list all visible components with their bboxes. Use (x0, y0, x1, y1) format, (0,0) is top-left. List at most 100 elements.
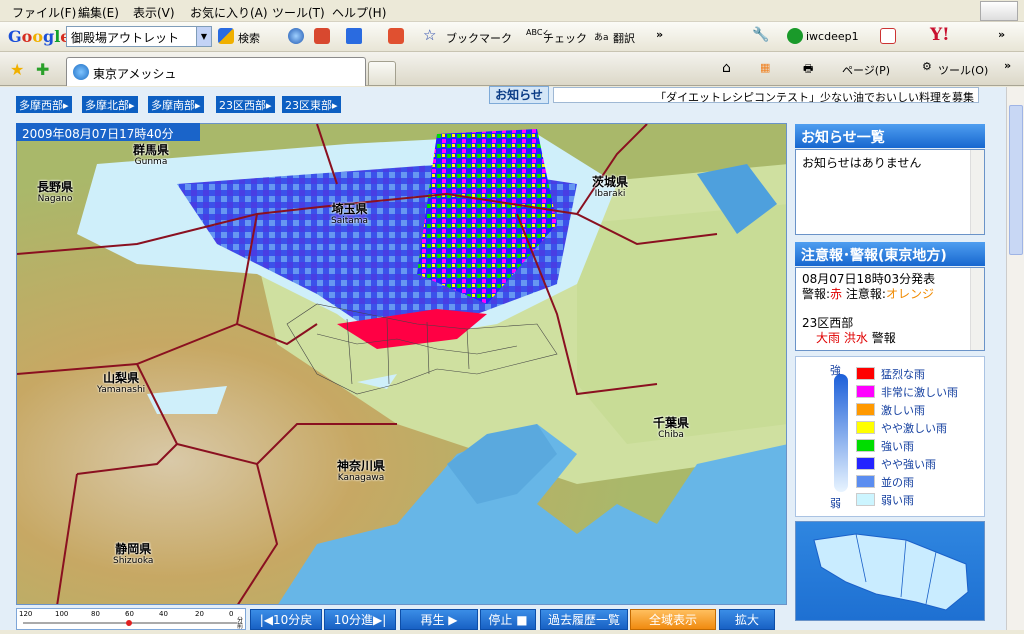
warnings-legend-prefix: 警報: (802, 287, 831, 301)
map-label-jp: 埼玉県 (331, 202, 368, 216)
warnings-legend-mid: 注意報: (845, 287, 886, 301)
home-icon[interactable]: ⌂ (722, 60, 731, 76)
map-timestamp: 2009年08月07日17時40分 (16, 123, 200, 141)
timeline-handle[interactable] (126, 620, 132, 626)
map-label-jp: 神奈川県 (337, 459, 386, 473)
overflow-chevron-icon-3[interactable]: » (1004, 59, 1011, 72)
notices-scrollbar[interactable] (970, 150, 984, 234)
legend-item: 激しい雨 (856, 402, 925, 417)
tools-gear-icon[interactable]: ⚙ (922, 60, 932, 73)
rain-map-graphic (17, 124, 786, 604)
stop-button[interactable]: 停止 ■ (480, 609, 536, 630)
google-search-button[interactable]: 検索 (238, 30, 260, 46)
back-10min-button[interactable]: |◀10分戻 (250, 609, 322, 630)
map-label-jp: 茨城県 (592, 175, 629, 189)
legend-item: 並の雨 (856, 474, 914, 489)
bookmark-star-icon[interactable]: ☆ (423, 26, 436, 44)
page-scrollbar[interactable] (1006, 87, 1024, 630)
popup-blocker-icon[interactable] (388, 28, 404, 44)
timeline-tick: 60 (125, 610, 134, 618)
windows-logo-icon (980, 1, 1018, 21)
legend-label: 非常に激しい雨 (881, 386, 958, 399)
notice-tab[interactable]: お知らせ (489, 86, 549, 104)
notice-ticker[interactable]: 「ダイエットレシピコンテスト」少ない油でおいしい料理を募集 (553, 87, 979, 103)
google-search-input[interactable]: 御殿場アウトレット ▼ (66, 26, 212, 47)
tab-title: 東京アメッシュ (93, 67, 177, 81)
wrench-icon[interactable]: 🔧 (752, 27, 769, 43)
menu-tools[interactable]: ツール(T) (272, 4, 325, 21)
timeline-tick: 80 (91, 610, 100, 618)
account-name[interactable]: iwcdeep1 (806, 30, 859, 43)
area-tab-tama-west[interactable]: 多摩西部▸ (16, 96, 72, 113)
map-label-jp: 群馬県 (133, 143, 170, 157)
timeline-tick: 100 (55, 610, 69, 618)
legend-swatch (856, 475, 875, 488)
map-label-chiba: 千葉県 Chiba (653, 417, 689, 441)
intensity-scale (834, 374, 848, 492)
map-label-en: Chiba (658, 430, 684, 440)
translate-button[interactable]: 翻訳 (613, 30, 635, 46)
overflow-chevron-icon[interactable]: » (656, 28, 663, 41)
map-label-en: Shizuoka (113, 556, 154, 566)
translate-icon[interactable]: あa (594, 30, 609, 43)
pagerank-icon[interactable] (314, 28, 330, 44)
check-button[interactable]: チェック (543, 30, 587, 46)
yahoo-logo-icon[interactable]: Y! (930, 25, 950, 45)
legend-label: 猛烈な雨 (881, 368, 925, 381)
legend-label: やや激しい雨 (881, 422, 947, 435)
menu-view[interactable]: 表示(V) (133, 4, 175, 21)
menu-file[interactable]: ファイル(F) (12, 4, 76, 21)
area-tab-tama-south[interactable]: 多摩南部▸ (148, 96, 204, 113)
favorites-star-icon[interactable]: ★ (10, 60, 24, 79)
area-tab-23ku-west[interactable]: 23区西部▸ (216, 96, 275, 113)
timeline-unit: 分前 (237, 617, 244, 630)
bookmark-button[interactable]: ブックマーク (446, 30, 512, 46)
tools-menu[interactable]: ツール(O) (938, 62, 988, 78)
ie-icon (73, 64, 89, 80)
legend-label: 強い雨 (881, 440, 914, 453)
overflow-chevron-icon-2[interactable]: » (998, 28, 1005, 41)
menu-help[interactable]: ヘルプ(H) (332, 4, 386, 21)
google-logo[interactable]: Google (8, 27, 70, 46)
map-label-jp: 長野県 (37, 180, 74, 194)
tab-bar: ★ ✚ 東京アメッシュ ⌂ ▦ 🖶 ページ(P) ⚙ ツール(O) » (0, 52, 1024, 86)
legend-label: 激しい雨 (881, 404, 925, 417)
print-icon[interactable]: 🖶 (803, 60, 813, 79)
feeds-icon[interactable]: ▦ (760, 61, 770, 74)
new-tab-button[interactable] (368, 61, 396, 86)
page-menu[interactable]: ページ(P) (842, 62, 890, 78)
rain-map[interactable]: 群馬県 Gunma 長野県 Nagano 埼玉県 Saitama 茨城県 Ibaraki… (16, 123, 787, 605)
full-view-button[interactable]: 全域表示 (630, 609, 716, 630)
warnings-legend-orange: オレンジ (885, 287, 934, 301)
area-tab-label: 23区東部 (285, 99, 332, 112)
legend-item: やや強い雨 (856, 456, 936, 471)
history-button[interactable]: 過去履歴一覧 (540, 609, 628, 630)
play-button[interactable]: 再生 ▶ (400, 609, 478, 630)
menu-edit[interactable]: 編集(E) (78, 4, 119, 21)
forward-10min-button[interactable]: 10分進▶| (324, 609, 396, 630)
menu-favorites[interactable]: お気に入り(A) (190, 4, 268, 21)
area-tab-label: 多摩北部 (85, 99, 129, 112)
warnings-legend: 警報:赤 注意報:オレンジ (802, 287, 978, 302)
tab-tokyo-amesh[interactable]: 東京アメッシュ (66, 57, 366, 86)
zoom-button[interactable]: 拡大 (719, 609, 775, 630)
add-favorite-icon[interactable]: ✚ (36, 60, 49, 79)
legend-item: 猛烈な雨 (856, 366, 925, 381)
pdf-icon[interactable] (880, 28, 896, 44)
timeline-slider[interactable]: 120 100 80 60 40 20 0 分前 (16, 608, 246, 630)
search-icon[interactable] (218, 28, 234, 44)
area-tab-23ku-east[interactable]: 23区東部▸ (282, 96, 341, 113)
timeline-tick: 0 (229, 610, 234, 618)
map-label-ibaraki: 茨城県 Ibaraki (592, 176, 628, 200)
dropdown-arrow-icon[interactable]: ▼ (196, 27, 211, 46)
warning-item-flood: 洪水 (843, 331, 868, 345)
plus-icon[interactable] (346, 28, 362, 44)
legend-item: 弱い雨 (856, 492, 914, 507)
tokyo-minimap[interactable] (795, 521, 985, 621)
scrollbar-thumb[interactable] (1009, 105, 1023, 255)
area-tab-tama-north[interactable]: 多摩北部▸ (82, 96, 138, 113)
globe-icon[interactable] (288, 28, 304, 44)
area-tab-label: 23区西部 (219, 99, 266, 112)
warnings-scrollbar[interactable] (970, 268, 984, 350)
timeline-tick: 40 (159, 610, 168, 618)
